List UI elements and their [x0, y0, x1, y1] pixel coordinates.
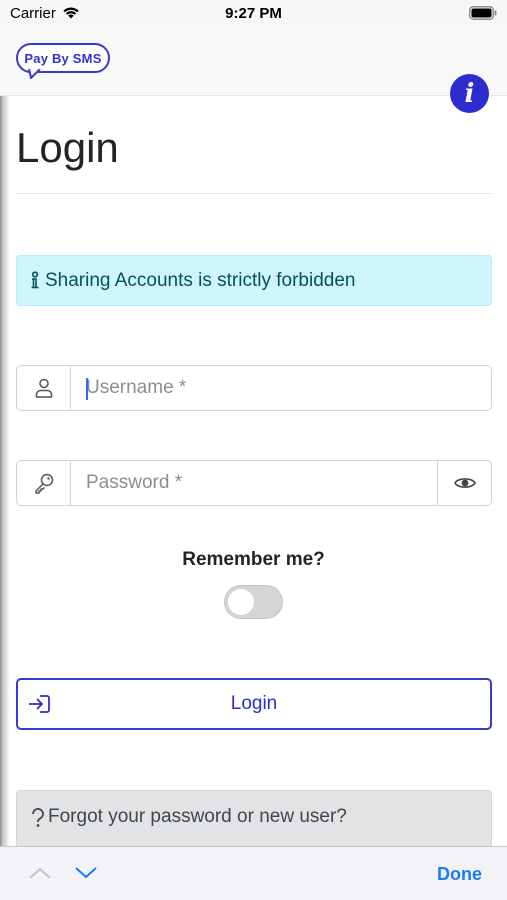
password-input-group [16, 460, 492, 506]
remember-me-label: Remember me? [182, 549, 325, 570]
alert-text: Sharing Accounts is strictly forbidden [45, 269, 356, 291]
info-icon [29, 270, 41, 291]
info-button[interactable]: i [450, 74, 489, 113]
username-input[interactable] [71, 366, 491, 410]
eye-icon [453, 478, 476, 488]
sharing-warning-alert: Sharing Accounts is strictly forbidden [16, 255, 492, 306]
battery-icon [469, 6, 497, 25]
page-title: Login [16, 124, 119, 171]
info-icon: i [464, 78, 475, 109]
chevron-up-icon[interactable] [28, 865, 52, 881]
toggle-knob [228, 589, 254, 615]
login-button[interactable]: Login [16, 678, 492, 730]
forgot-password-link[interactable]: Forgot your password or new user? [16, 790, 492, 850]
remember-me-toggle[interactable] [224, 585, 283, 619]
webview-edge-shadow [0, 26, 10, 846]
password-input[interactable] [71, 461, 437, 505]
title-divider [16, 193, 492, 194]
username-input-group [16, 365, 492, 411]
chevron-down-icon[interactable] [74, 865, 98, 881]
done-button[interactable]: Done [437, 864, 482, 885]
app-header: Pay By SMS [0, 26, 507, 96]
sign-in-icon [29, 695, 50, 713]
status-bar: Carrier 9:27 PM [0, 0, 507, 26]
show-password-button[interactable] [437, 461, 491, 505]
key-icon [17, 461, 71, 505]
person-icon [17, 366, 71, 410]
text-cursor [86, 378, 88, 400]
login-button-label: Login [230, 693, 278, 714]
logo-bubble-tail-icon [28, 69, 41, 79]
keyboard-accessory-bar: Done [0, 846, 507, 900]
clock-label: 9:27 PM [225, 5, 282, 22]
question-icon [31, 808, 45, 828]
forgot-password-text: Forgot your password or new user? [48, 806, 347, 827]
pay-by-sms-logo[interactable]: Pay By SMS [16, 43, 110, 79]
